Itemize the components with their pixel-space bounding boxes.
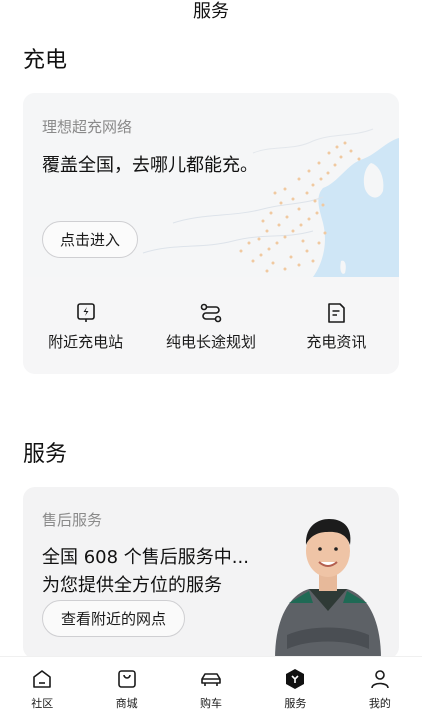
top-header: 服务 (0, 0, 422, 28)
page-title: 服务 (193, 1, 229, 22)
view-nearby-outlets-button[interactable]: 查看附近的网点 (42, 600, 185, 637)
tab-service[interactable]: 服务 (253, 657, 337, 712)
quick-link-charging-news[interactable]: 充电资讯 (274, 301, 399, 361)
service-card-headline-line2: 为您提供全方位的服务 (42, 575, 222, 596)
tab-label: 购车 (200, 697, 223, 710)
charging-card: 理想超充网络 覆盖全国，去哪儿都能充。 点击进入 附近充电站 纯电长途规划 充电… (23, 93, 399, 374)
tab-mall[interactable]: 商城 (84, 657, 168, 712)
tab-label: 我的 (368, 697, 391, 710)
charging-section-title: 充电 (23, 48, 68, 73)
quick-link-label: 充电资讯 (306, 333, 367, 351)
quick-link-label: 附近充电站 (48, 333, 124, 351)
service-hexagon-icon (286, 669, 305, 689)
tab-label: 商城 (115, 697, 138, 710)
news-icon (328, 303, 346, 323)
bottom-tab-bar: 社区 商城 购车 服务 我的 (0, 656, 422, 712)
quick-link-label: 纯电长途规划 (165, 333, 256, 351)
profile-icon (371, 670, 389, 689)
charging-quick-links: 附近充电站 纯电长途规划 充电资讯 (23, 301, 399, 361)
tab-community[interactable]: 社区 (0, 657, 84, 712)
enter-charging-button[interactable]: 点击进入 (42, 221, 138, 258)
tab-label: 社区 (31, 697, 54, 710)
after-sales-card[interactable]: 售后服务 全国 608 个售后服务中... 为您提供全方位的服务 查看附近的网点 (23, 487, 399, 659)
service-section-title: 服务 (23, 442, 68, 467)
quick-link-long-trip-planning[interactable]: 纯电长途规划 (148, 301, 273, 361)
tab-profile[interactable]: 我的 (338, 657, 422, 712)
service-technician-image (275, 519, 381, 659)
service-card-headline-line1: 全国 608 个售后服务中... (42, 547, 249, 568)
tab-label: 服务 (284, 697, 307, 710)
charging-card-headline: 覆盖全国，去哪儿都能充。 (42, 155, 258, 176)
service-card-subtitle: 售后服务 (42, 511, 103, 529)
shopping-bag-icon (117, 670, 136, 688)
home-icon (33, 670, 52, 688)
car-icon (201, 673, 221, 686)
quick-link-nearby-stations[interactable]: 附近充电站 (23, 301, 148, 361)
charging-card-subtitle: 理想超充网络 (42, 118, 133, 136)
charging-pile-icon (76, 303, 95, 322)
tab-buy-car[interactable]: 购车 (169, 657, 253, 712)
route-icon (200, 303, 222, 323)
